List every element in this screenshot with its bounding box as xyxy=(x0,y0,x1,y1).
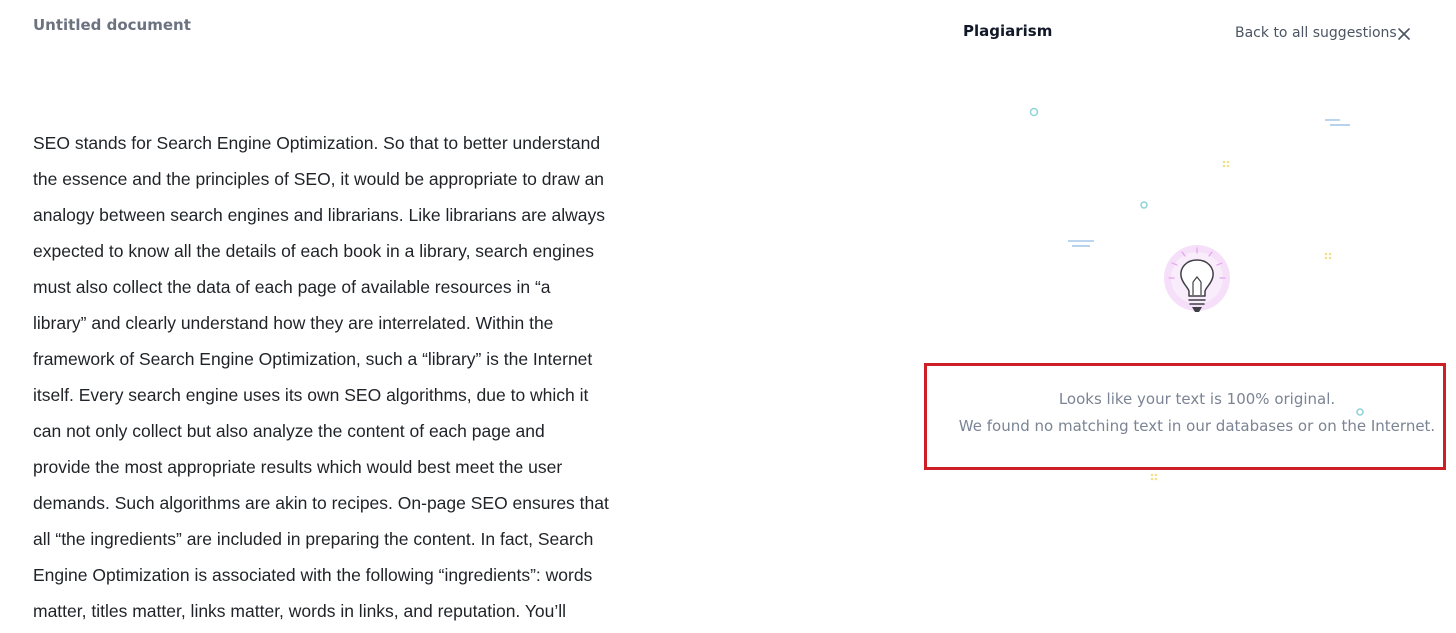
document-line: framework of Search Engine Optimization,… xyxy=(33,349,593,369)
document-line: expected to know all the details of each… xyxy=(33,241,594,261)
document-line: demands. Such algorithms are akin to rec… xyxy=(33,493,609,513)
document-line: library” and clearly understand how they… xyxy=(33,313,554,333)
document-line: matter, titles matter, links matter, wor… xyxy=(33,601,567,621)
document-line: analogy between search engines and libra… xyxy=(33,205,605,225)
document-line: can not only collect but also analyze th… xyxy=(33,421,545,441)
document-title[interactable]: Untitled document xyxy=(33,16,191,34)
confetti-dot xyxy=(1029,107,1039,117)
plagiarism-check-screen: Untitled document SEO stands for Search … xyxy=(0,0,1456,633)
originality-result-text: Looks like your text is 100% original. xyxy=(1058,390,1336,408)
close-icon[interactable] xyxy=(1395,25,1413,43)
no-match-message: We found no matching text in our databas… xyxy=(958,417,1436,435)
panel-title: Plagiarism xyxy=(963,22,1053,40)
document-line: the essence and the principles of SEO, i… xyxy=(33,169,605,189)
document-line: SEO stands for Search Engine Optimizatio… xyxy=(33,133,601,153)
document-line: must also collect the data of each page … xyxy=(33,277,551,297)
confetti-dot xyxy=(1140,201,1148,209)
document-line: itself. Every search engine uses its own… xyxy=(33,385,589,405)
document-body[interactable]: SEO stands for Search Engine Optimizatio… xyxy=(33,125,713,633)
confetti-dashes xyxy=(1068,119,1350,247)
document-line: provide the most appropriate results whi… xyxy=(33,457,563,477)
lightbulb-icon xyxy=(1164,245,1230,312)
document-line: all “the ingredients” are included in pr… xyxy=(33,529,594,549)
back-to-suggestions-link[interactable]: Back to all suggestions xyxy=(1235,25,1397,41)
document-line: Engine Optimization is associated with t… xyxy=(33,565,593,585)
